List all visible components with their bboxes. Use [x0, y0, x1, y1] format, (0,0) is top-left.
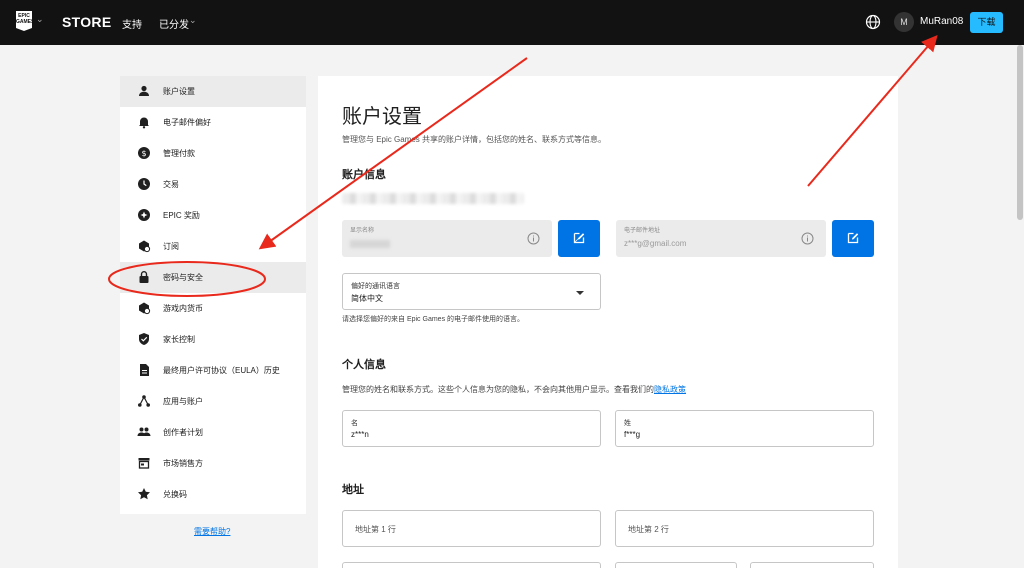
edit-display-name-button[interactable]: [558, 220, 600, 257]
clock-icon: [138, 178, 150, 190]
personal-info-heading: 个人信息: [342, 359, 386, 371]
field-label: 电子邮件地址: [624, 228, 661, 234]
personal-info-description: 管理您的姓名和联系方式。这些个人信息为您的隐私，不会向其他用户显示。查看我们的隐…: [342, 384, 686, 395]
sidebar-item-label: 游戏内货币: [163, 304, 203, 313]
info-icon[interactable]: [527, 232, 540, 245]
language-select[interactable]: 偏好的通讯语言 简体中文: [342, 273, 601, 310]
sidebar-item-label: 密码与安全: [163, 273, 203, 282]
shield-icon: [139, 333, 149, 345]
document-icon: [140, 364, 149, 376]
first-name-field[interactable]: 名 z***n: [342, 410, 601, 447]
edit-email-button[interactable]: [832, 220, 874, 257]
sidebar-item-in-game-currency[interactable]: 游戏内货币: [120, 293, 306, 324]
sidebar-item-epic-rewards[interactable]: EPIC 奖励: [120, 200, 306, 231]
apps-icon: [138, 395, 150, 407]
redacted-display-name: [350, 240, 390, 248]
sidebar-item-eula-history[interactable]: 最终用户许可协议（EULA）历史: [120, 355, 306, 386]
rewards-icon: [138, 209, 150, 221]
username-label[interactable]: MuRan08: [920, 16, 963, 27]
person-icon: [139, 85, 149, 96]
edit-icon: [573, 232, 585, 244]
subscription-icon: [139, 240, 151, 253]
epic-games-logo[interactable]: EPIC GAMES: [16, 11, 32, 31]
placeholder-text: 地址第 2 行: [628, 525, 669, 534]
nav-support-link[interactable]: 支持: [122, 16, 142, 31]
sidebar-item-transactions[interactable]: 交易: [120, 169, 306, 200]
sidebar-item-label: EPIC 奖励: [163, 211, 200, 220]
field-label: 名: [351, 420, 358, 427]
address-heading: 地址: [342, 484, 364, 496]
globe-icon[interactable]: [865, 14, 881, 30]
help-link[interactable]: 需要帮助?: [194, 526, 230, 537]
chevron-down-icon[interactable]: ⌄: [36, 14, 44, 25]
email-value: z***g@gmail.com: [624, 239, 687, 248]
sidebar-item-label: 管理付款: [163, 149, 195, 158]
field-label: 偏好的通讯语言: [351, 283, 400, 290]
sidebar-item-label: 电子邮件偏好: [163, 118, 211, 127]
sidebar-item-label: 订阅: [163, 242, 179, 251]
sidebar-item-redeem-code[interactable]: 兑换码: [120, 479, 306, 510]
scrollbar-thumb[interactable]: [1017, 45, 1023, 220]
address-line2-input[interactable]: 地址第 2 行: [615, 510, 874, 547]
sidebar-item-payment[interactable]: $ 管理付款: [120, 138, 306, 169]
account-sidebar: 账户设置 电子邮件偏好 $ 管理付款 交易 EPIC 奖励 订阅 密码与安全 游…: [120, 76, 306, 514]
dollar-icon: $: [138, 147, 150, 159]
sidebar-item-label: 兑换码: [163, 490, 187, 499]
storefront-icon: [138, 458, 150, 469]
placeholder-text: 地址第 1 行: [355, 525, 396, 534]
store-link[interactable]: STORE: [62, 14, 111, 30]
top-nav-bar: EPIC GAMES ⌄ STORE 支持 已分发 ⌄ M MuRan08 下载: [0, 0, 1024, 45]
sidebar-item-parental-controls[interactable]: 家长控制: [120, 324, 306, 355]
nav-distribution-link[interactable]: 已分发: [159, 16, 189, 31]
edit-icon: [847, 232, 859, 244]
caret-down-icon: [576, 291, 584, 295]
sidebar-item-label: 家长控制: [163, 335, 195, 344]
sidebar-item-label: 应用与账户: [163, 397, 203, 406]
email-field: 电子邮件地址 z***g@gmail.com: [616, 220, 826, 257]
sidebar-item-label: 账户设置: [163, 87, 195, 96]
sidebar-item-creator-program[interactable]: 创作者计划: [120, 417, 306, 448]
address-postal-input[interactable]: [750, 562, 874, 568]
sidebar-item-email-preferences[interactable]: 电子邮件偏好: [120, 107, 306, 138]
bell-icon: [139, 117, 149, 129]
sidebar-item-subscriptions[interactable]: 订阅: [120, 231, 306, 262]
page-title: 账户设置: [342, 106, 422, 128]
currency-icon: [139, 302, 151, 315]
info-icon[interactable]: [801, 232, 814, 245]
first-name-value: z***n: [351, 430, 369, 439]
address-region-input[interactable]: [615, 562, 737, 568]
sidebar-item-label: 市场销售方: [163, 459, 203, 468]
address-city-input[interactable]: [342, 562, 601, 568]
sidebar-item-password-security[interactable]: 密码与安全: [120, 262, 306, 293]
sidebar-item-label: 交易: [163, 180, 179, 189]
display-name-field: 显示名称: [342, 220, 552, 257]
svg-text:$: $: [141, 149, 146, 158]
sidebar-item-label: 创作者计划: [163, 428, 203, 437]
language-note: 请选择您偏好的来自 Epic Games 的电子邮件使用的语言。: [342, 316, 525, 323]
field-label: 显示名称: [350, 228, 375, 234]
star-icon: [138, 488, 150, 500]
sidebar-item-account-settings[interactable]: 账户设置: [120, 76, 306, 107]
privacy-policy-link[interactable]: 隐私政策: [654, 385, 686, 394]
address-line1-input[interactable]: 地址第 1 行: [342, 510, 601, 547]
page-description: 管理您与 Epic Games 共享的账户详情，包括您的姓名、联系方式等信息。: [342, 135, 607, 144]
sidebar-item-label: 最终用户许可协议（EULA）历史: [163, 366, 280, 375]
chevron-down-icon[interactable]: ⌄: [189, 15, 197, 26]
language-value: 简体中文: [351, 294, 383, 303]
download-button[interactable]: 下载: [970, 12, 1003, 33]
redacted-account-id: [342, 193, 524, 204]
field-label: 姓: [624, 420, 631, 427]
account-info-heading: 账户信息: [342, 169, 386, 181]
lock-icon: [139, 271, 149, 283]
last-name-value: f***g: [624, 430, 641, 439]
sidebar-item-apps-accounts[interactable]: 应用与账户: [120, 386, 306, 417]
description-text: 管理您的姓名和联系方式。这些个人信息为您的隐私，不会向其他用户显示。查看我们的: [342, 385, 654, 394]
avatar[interactable]: M: [894, 12, 914, 32]
people-icon: [137, 427, 151, 436]
last-name-field[interactable]: 姓 f***g: [615, 410, 874, 447]
sidebar-item-marketplace-seller[interactable]: 市场销售方: [120, 448, 306, 479]
